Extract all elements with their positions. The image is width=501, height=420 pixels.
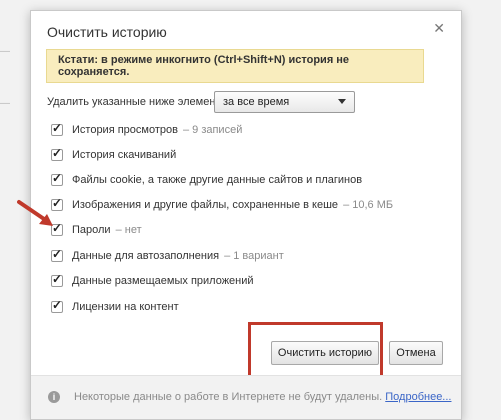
dialog-title: Очистить историю: [47, 24, 167, 40]
cancel-button[interactable]: Отмена: [389, 341, 443, 365]
checkbox[interactable]: [51, 121, 63, 136]
option-label: Данные размещаемых приложений: [72, 275, 254, 287]
option-detail: – 10,6 МБ: [343, 199, 394, 211]
background-text: —: [0, 46, 10, 57]
option-label: Пароли: [72, 224, 111, 236]
option-passwords[interactable]: Пароли – нет: [51, 221, 142, 237]
option-detail: – 9 записей: [182, 124, 243, 136]
background-text: —: [0, 98, 10, 109]
option-browsing-history[interactable]: История просмотров – 9 записей: [51, 121, 243, 137]
incognito-notice-text: Кстати: в режиме инкогнито (Ctrl+Shift+N…: [58, 54, 350, 78]
checkbox[interactable]: [51, 247, 63, 262]
option-download-history[interactable]: История скачиваний: [51, 146, 177, 162]
option-label: Файлы cookie, а также другие данные сайт…: [72, 174, 363, 186]
chevron-down-icon: [338, 99, 346, 104]
option-label: История скачиваний: [72, 149, 177, 161]
option-hosted-app-data[interactable]: Данные размещаемых приложений: [51, 272, 254, 288]
range-label: Удалить указанные ниже элементы: [47, 96, 229, 108]
option-label: Изображения и другие файлы, сохраненные …: [72, 199, 339, 211]
option-autofill[interactable]: Данные для автозаполнения – 1 вариант: [51, 247, 284, 263]
checkbox[interactable]: [51, 298, 63, 313]
time-range-value: за все время: [223, 96, 290, 108]
checkbox[interactable]: [51, 146, 63, 161]
option-label: Данные для автозаполнения: [72, 250, 220, 262]
option-label: История просмотров: [72, 124, 178, 136]
more-info-link[interactable]: Подробнее...: [385, 391, 451, 403]
option-content-licenses[interactable]: Лицензии на контент: [51, 298, 179, 314]
option-cookies[interactable]: Файлы cookie, а также другие данные сайт…: [51, 171, 363, 187]
option-detail: – 1 вариант: [224, 250, 284, 262]
clear-history-dialog: Очистить историю ✕ Кстати: в режиме инко…: [17, 10, 462, 420]
option-label: Лицензии на контент: [72, 301, 179, 313]
clear-history-button[interactable]: Очистить историю: [271, 341, 379, 365]
time-range-select[interactable]: за все время: [214, 91, 355, 113]
incognito-notice: Кстати: в режиме инкогнито (Ctrl+Shift+N…: [46, 49, 424, 83]
option-cache[interactable]: Изображения и другие файлы, сохраненные …: [51, 196, 394, 212]
dialog-footer: i Некоторые данные о работе в Интернете …: [31, 375, 461, 419]
annotation-arrow-icon: [17, 200, 53, 226]
option-detail: – нет: [115, 224, 142, 236]
footer-text: Некоторые данные о работе в Интернете не…: [74, 391, 451, 403]
footer-message: Некоторые данные о работе в Интернете не…: [74, 391, 383, 403]
close-icon[interactable]: ✕: [433, 20, 445, 37]
info-icon: i: [48, 391, 60, 403]
checkbox[interactable]: [51, 171, 63, 186]
checkbox[interactable]: [51, 272, 63, 287]
